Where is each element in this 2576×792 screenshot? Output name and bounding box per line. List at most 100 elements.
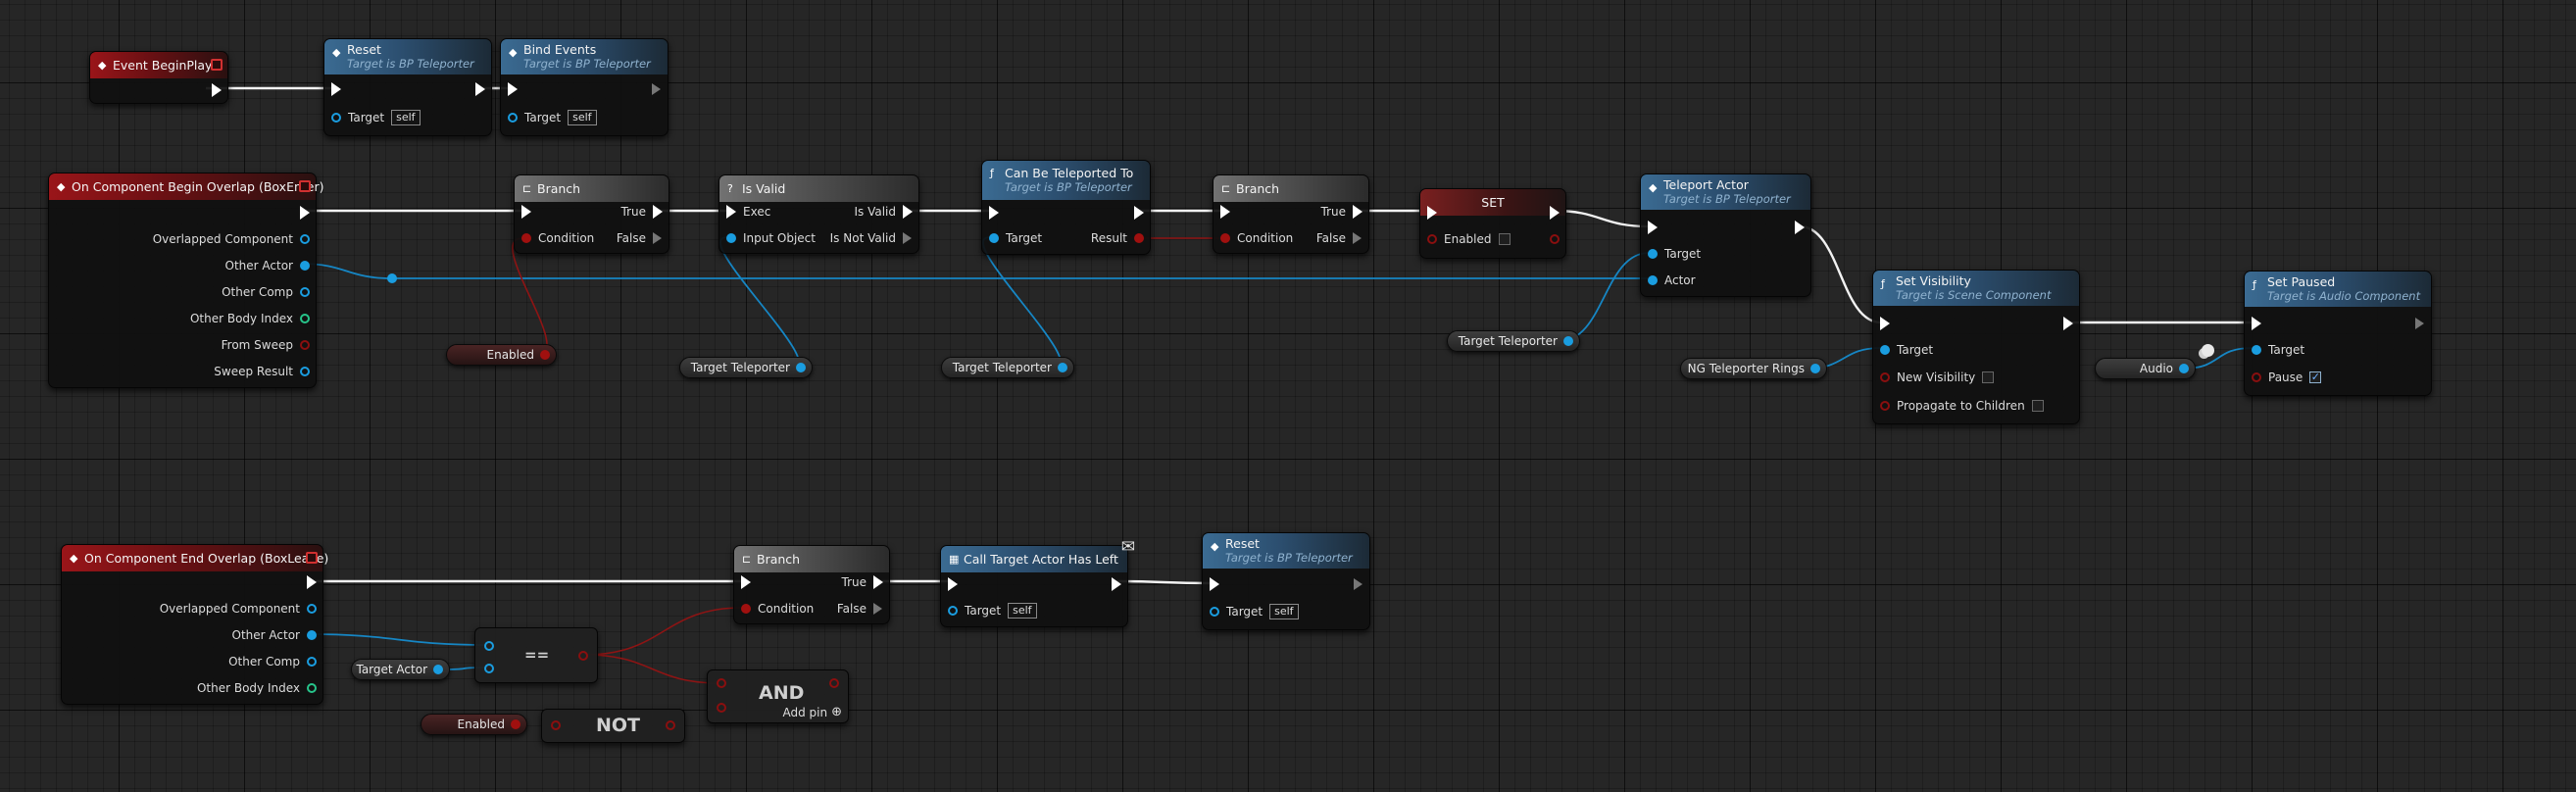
pause-pin[interactable] — [2252, 372, 2261, 382]
branch-node-2[interactable]: ⊏ Branch True Condition False — [1213, 174, 1369, 254]
other-comp-pin[interactable] — [300, 287, 310, 297]
true-exec-pin[interactable] — [873, 575, 883, 589]
is-not-valid-exec-pin[interactable] — [903, 231, 913, 245]
target-self-field[interactable]: self — [568, 110, 597, 125]
exec-in-pin[interactable] — [331, 82, 341, 96]
other-actor-pin[interactable] — [300, 261, 310, 271]
exec-in-pin[interactable] — [741, 575, 751, 589]
enabled-in-pin[interactable] — [1427, 234, 1437, 244]
set-enabled-node[interactable]: SET Enabled — [1419, 188, 1566, 259]
can-be-teleported-to-node[interactable]: ƒ Can Be Teleported To Target is BP Tele… — [981, 160, 1151, 255]
other-body-index-pin[interactable] — [307, 683, 317, 693]
equals-operator-node[interactable]: == — [474, 627, 598, 683]
exec-in-pin[interactable] — [989, 206, 999, 220]
condition-pin[interactable] — [741, 604, 751, 614]
actor-pin[interactable] — [1648, 275, 1658, 285]
target-pin[interactable] — [989, 233, 999, 243]
target-pin[interactable] — [1648, 249, 1658, 259]
and-input-a-pin[interactable] — [717, 678, 726, 688]
exec-out-pin[interactable] — [475, 82, 485, 96]
false-exec-pin[interactable] — [873, 602, 883, 616]
enabled-output-pin[interactable] — [511, 719, 520, 729]
target-actor-output-pin[interactable] — [433, 665, 443, 674]
target-pin[interactable] — [948, 606, 958, 616]
condition-pin[interactable] — [1220, 233, 1230, 243]
and-input-b-pin[interactable] — [717, 703, 726, 713]
ng-teleporter-rings-output-pin[interactable] — [1810, 364, 1820, 373]
bind-events-node[interactable]: ◆ Bind Events Target is BP Teleporter Ta… — [500, 38, 669, 136]
input-object-pin[interactable] — [726, 233, 736, 243]
exec-out-pin[interactable] — [300, 206, 310, 220]
exec-out-pin[interactable] — [1112, 577, 1121, 591]
is-valid-node[interactable]: ? Is Valid Exec Is Valid Input Object Is… — [718, 174, 919, 254]
pause-checkbox[interactable]: ✓ — [2309, 371, 2322, 383]
and-operator-node[interactable]: AND Add pin ⊕ — [707, 669, 849, 723]
teleport-actor-node[interactable]: ◆ Teleport Actor Target is BP Teleporter… — [1640, 173, 1811, 297]
new-visibility-pin[interactable] — [1880, 372, 1890, 382]
target-pin[interactable] — [1210, 607, 1219, 617]
target-pin[interactable] — [331, 113, 341, 123]
exec-in-pin[interactable] — [1220, 205, 1230, 219]
set-paused-node[interactable]: ƒ Set Paused Target is Audio Component T… — [2244, 271, 2432, 396]
target-self-field[interactable]: self — [1269, 604, 1299, 619]
target-teleporter-getter-1[interactable]: Target Teleporter — [679, 357, 813, 378]
call-target-actor-has-left-node[interactable]: ▦ Call Target Actor Has Left ✉ Target sel… — [940, 537, 1135, 627]
target-teleporter-getter-3[interactable]: Target Teleporter — [1447, 330, 1580, 352]
exec-in-pin[interactable] — [1427, 206, 1437, 220]
not-input-pin[interactable] — [551, 720, 561, 730]
target-pin[interactable] — [2252, 345, 2261, 355]
exec-in-pin[interactable] — [2252, 317, 2261, 330]
delegate-pin-icon[interactable] — [299, 180, 311, 192]
exec-in-pin[interactable] — [1210, 577, 1219, 591]
not-output-pin[interactable] — [666, 720, 675, 730]
true-exec-pin[interactable] — [1353, 205, 1362, 219]
target-pin[interactable] — [1880, 345, 1890, 355]
exec-out-pin[interactable] — [1795, 221, 1805, 234]
delegate-pin-icon[interactable] — [306, 552, 318, 564]
end-overlap-node[interactable]: ◆ On Component End Overlap (BoxLeave) Ov… — [61, 544, 328, 705]
exec-out-pin[interactable] — [212, 83, 222, 97]
ng-teleporter-rings-getter[interactable]: NG Teleporter Rings — [1680, 358, 1827, 379]
equals-input-a-pin[interactable] — [484, 641, 494, 651]
exec-in-pin[interactable] — [726, 205, 736, 219]
event-beginplay-node[interactable]: ◆ Event BeginPlay — [89, 51, 228, 104]
reset-top-node[interactable]: ◆ Reset Target is BP Teleporter Target se… — [323, 38, 492, 136]
other-body-index-pin[interactable] — [300, 314, 310, 323]
exec-out-pin[interactable] — [2063, 317, 2073, 330]
exec-in-pin[interactable] — [508, 82, 518, 96]
propagate-pin[interactable] — [1880, 401, 1890, 411]
exec-in-pin[interactable] — [1880, 317, 1890, 330]
overlapped-component-pin[interactable] — [307, 604, 317, 614]
target-teleporter-getter-2[interactable]: Target Teleporter — [941, 357, 1074, 378]
exec-in-pin[interactable] — [521, 205, 531, 219]
enabled-checkbox[interactable] — [1498, 233, 1511, 245]
delegate-pin-icon[interactable] — [211, 59, 223, 71]
target-teleporter-output-pin[interactable] — [796, 363, 806, 372]
target-actor-getter-node[interactable]: Target Actor — [351, 659, 450, 680]
other-comp-pin[interactable] — [307, 657, 317, 667]
and-output-pin[interactable] — [829, 678, 839, 688]
target-teleporter-output-pin[interactable] — [1058, 363, 1067, 372]
new-visibility-checkbox[interactable] — [1982, 371, 1995, 383]
enabled-out-pin[interactable] — [1550, 234, 1560, 244]
target-teleporter-output-pin[interactable] — [1563, 336, 1573, 346]
not-operator-node[interactable]: NOT — [541, 709, 685, 743]
enabled-getter-node-2[interactable]: Enabled — [421, 714, 527, 735]
reroute-knot[interactable] — [387, 273, 397, 283]
equals-input-b-pin[interactable] — [484, 664, 494, 673]
exec-out-pin[interactable] — [307, 575, 317, 589]
false-exec-pin[interactable] — [653, 231, 663, 245]
exec-out-pin[interactable] — [1134, 206, 1144, 220]
exec-in-pin[interactable] — [1648, 221, 1658, 234]
sweep-result-pin[interactable] — [300, 367, 310, 376]
add-pin-button[interactable]: Add pin ⊕ — [782, 705, 842, 719]
condition-pin[interactable] — [521, 233, 531, 243]
enabled-output-pin[interactable] — [540, 350, 550, 360]
result-pin[interactable] — [1134, 233, 1144, 243]
set-visibility-node[interactable]: ƒ Set Visibility Target is Scene Compone… — [1872, 270, 2080, 424]
other-actor-pin[interactable] — [307, 630, 317, 640]
comment-bubble-icon[interactable] — [2202, 344, 2214, 357]
target-self-field[interactable]: self — [391, 110, 421, 125]
false-exec-pin[interactable] — [1353, 231, 1362, 245]
audio-output-pin[interactable] — [2179, 364, 2189, 373]
